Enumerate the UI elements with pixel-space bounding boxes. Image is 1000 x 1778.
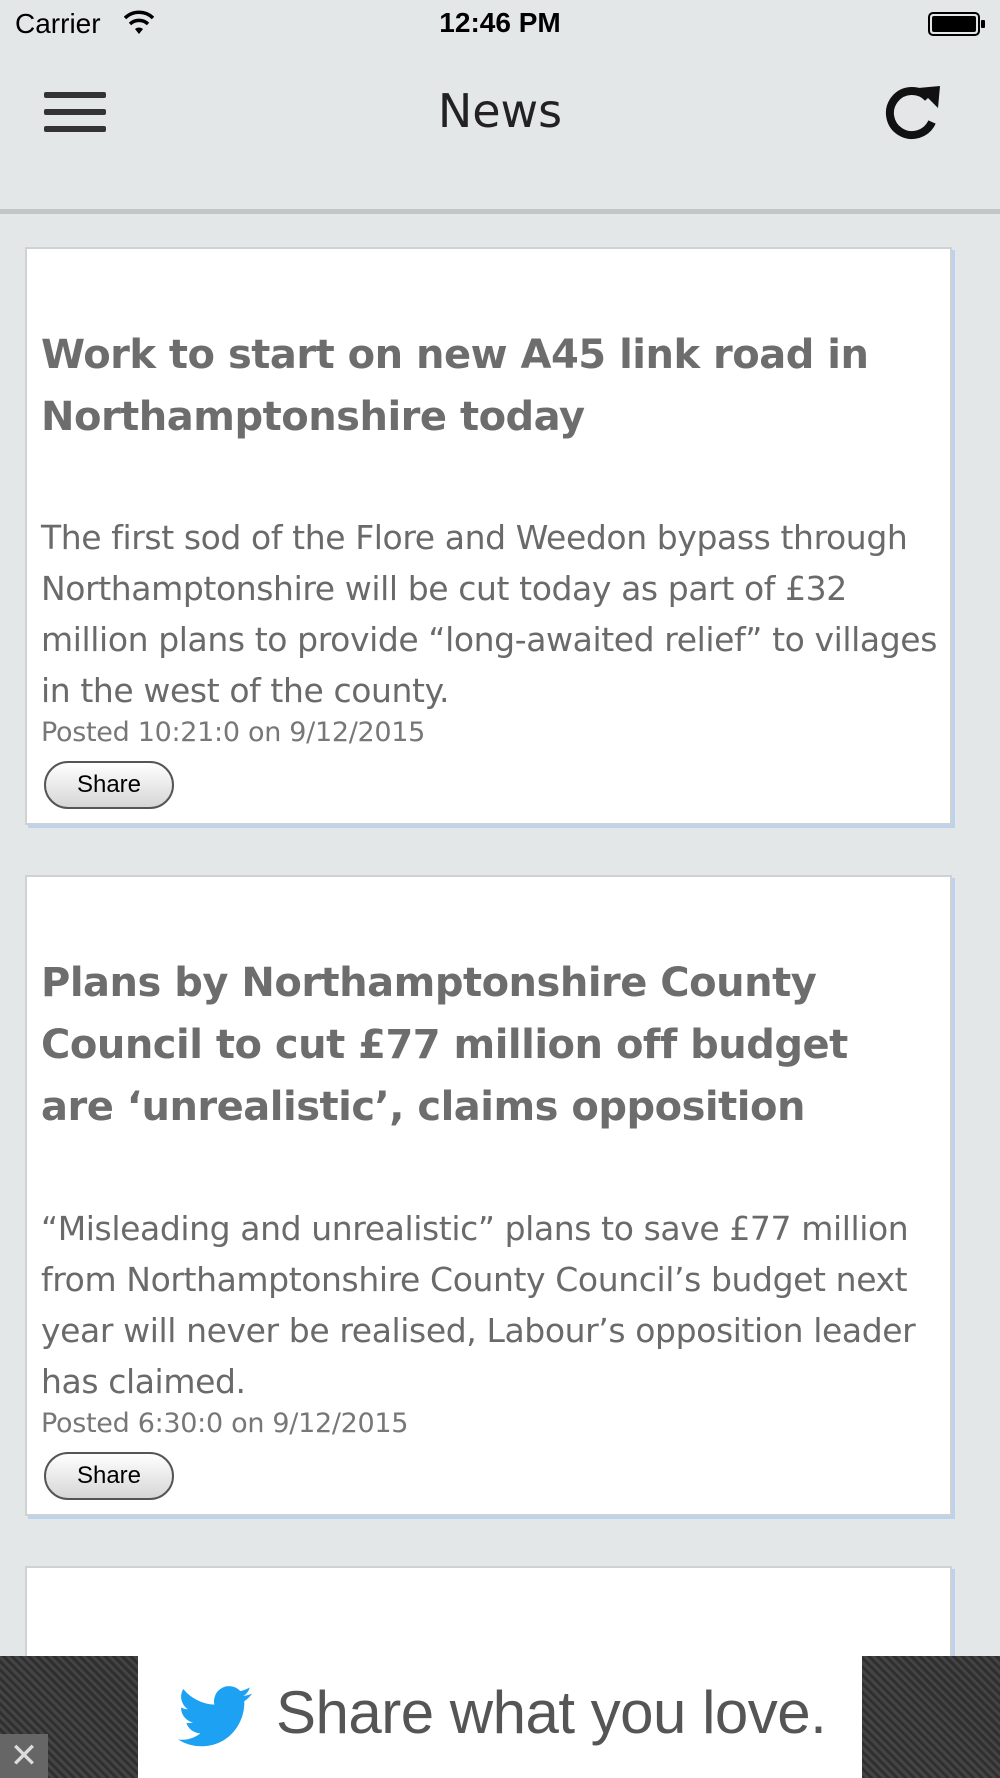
article-headline[interactable]: Plans by Northamptonshire County Council…: [41, 952, 930, 1138]
share-button[interactable]: Share: [44, 761, 174, 809]
battery-icon: [928, 12, 985, 36]
nav-bar: News: [0, 48, 1000, 214]
article-posted-date: Posted 10:21:0 on 9/12/2015: [41, 717, 426, 748]
ad-text: Share what you love.: [276, 1679, 827, 1746]
page-title: News: [437, 84, 563, 138]
share-button[interactable]: Share: [44, 1452, 174, 1500]
article-summary: “Misleading and unrealistic” plans to sa…: [41, 1209, 916, 1401]
status-bar: Carrier 12:46 PM: [0, 0, 1000, 48]
article-card: Plans by Northamptonshire County Council…: [25, 875, 952, 1516]
twitter-bird-icon: [178, 1686, 252, 1747]
article-posted-date: Posted 6:30:0 on 9/12/2015: [41, 1408, 409, 1439]
status-time: 12:46 PM: [439, 7, 561, 38]
ad-content[interactable]: Share what you love.: [138, 1656, 862, 1778]
article-card: Work to start on new A45 link road in No…: [25, 247, 952, 825]
article-summary: The first sod of the Flore and Weedon by…: [41, 518, 937, 710]
article-headline[interactable]: Work to start on new A45 link road in No…: [41, 324, 930, 448]
ad-banner[interactable]: Share what you love.: [0, 1656, 1000, 1778]
refresh-icon[interactable]: [882, 82, 944, 146]
close-icon[interactable]: ✕: [0, 1734, 48, 1778]
